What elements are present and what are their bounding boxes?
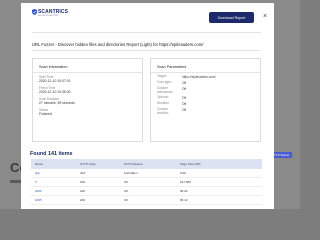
status-value: Finished <box>39 112 52 116</box>
table-header: Name HTTP Code HTTP Reason Page Size (KB… <box>31 159 262 169</box>
row-http-code: 403 <box>80 171 86 175</box>
column-header-http-reason[interactable]: HTTP Reason <box>120 162 176 166</box>
panel-divider <box>33 72 142 73</box>
row-http-reason: OK <box>124 180 129 184</box>
logo-tagline: SECURITY REPORTS <box>38 15 59 17</box>
fuzz-type-label: Fuzz type: <box>157 80 172 84</box>
row-http-code: 200 <box>80 189 86 193</box>
row-page-size: 95.12 <box>180 198 188 202</box>
row-name-link[interactable]: 2005 <box>31 198 76 202</box>
report-modal: SCANTRICS SECURITY REPORTS Download Repo… <box>21 3 274 209</box>
modal-header: SCANTRICS SECURITY REPORTS Download Repo… <box>21 3 274 27</box>
shield-logo-icon <box>32 9 37 15</box>
panel-divider <box>151 72 260 73</box>
results-table: Name HTTP Code HTTP Reason Page Size (KB… <box>31 159 262 205</box>
close-icon[interactable]: × <box>263 13 267 20</box>
scan-parameters-panel: Scan Parameters Target: https://epilesad… <box>150 58 261 142</box>
row-name-link[interactable]: 0 <box>31 180 76 184</box>
column-header-name[interactable]: Name <box>31 162 76 166</box>
custom-extensions-value: Off <box>182 87 187 91</box>
row-page-size: 157.566 <box>180 180 191 184</box>
report-title-block: URL Fuzzer - Discover hidden files and d… <box>32 32 261 51</box>
scan-information-title: Scan information <box>39 65 68 69</box>
brand-logo: SCANTRICS SECURITY REPORTS <box>32 9 68 17</box>
row-http-reason: OK <box>124 189 129 193</box>
target-value: https://epilesaders.com/ <box>182 75 216 79</box>
finish-time-value: 2020-12-10 10:35:00 <box>39 90 71 94</box>
target-label: Target: <box>157 74 167 78</box>
table-row: php 403 Forbidden 0.00 <box>31 169 262 178</box>
scan-parameters-title: Scan Parameters <box>157 65 187 69</box>
table-row: 2005 200 OK 95.12 <box>31 196 262 205</box>
wordlist-value: Off <box>182 102 187 106</box>
report-title: URL Fuzzer - Discover hidden files and d… <box>32 42 204 47</box>
custom-wordlist-label: Custom wordlist: <box>157 107 169 115</box>
custom-extensions-label: Custom extensions: <box>157 86 174 94</box>
row-http-code: 200 <box>80 198 86 202</box>
scan-information-panel: Scan information Start Time 2020-12-10 1… <box>32 58 143 142</box>
row-http-code: 200 <box>80 180 86 184</box>
row-http-reason: Forbidden <box>124 171 138 175</box>
table-row: 0 200 OK 157.566 <box>31 178 262 187</box>
row-http-reason: OK <box>124 198 129 202</box>
options-value: Off <box>182 96 187 100</box>
options-label: Options: <box>157 95 169 99</box>
row-name-link[interactable]: 2006 <box>31 189 76 193</box>
wordlist-label: Wordlist: <box>157 101 170 105</box>
row-name-link[interactable]: php <box>31 171 76 175</box>
download-button-label: Download Report <box>217 15 246 20</box>
custom-wordlist-value: Off <box>182 108 187 112</box>
scan-duration-value: 27 minutes, 59 seconds <box>39 101 75 105</box>
found-items-title: Found 141 items <box>30 151 73 157</box>
row-page-size: 95.02 <box>180 189 188 193</box>
table-row: 2006 200 OK 95.02 <box>31 187 262 196</box>
column-header-http-code[interactable]: HTTP Code <box>76 162 120 166</box>
row-page-size: 0.00 <box>180 171 186 175</box>
fuzz-type-value: Off <box>182 81 187 85</box>
start-time-value: 2020-12-10 10:07:01 <box>39 79 71 83</box>
column-header-page-size[interactable]: Page Size (KB) <box>176 162 262 166</box>
download-report-button[interactable]: Download Report <box>209 12 254 23</box>
